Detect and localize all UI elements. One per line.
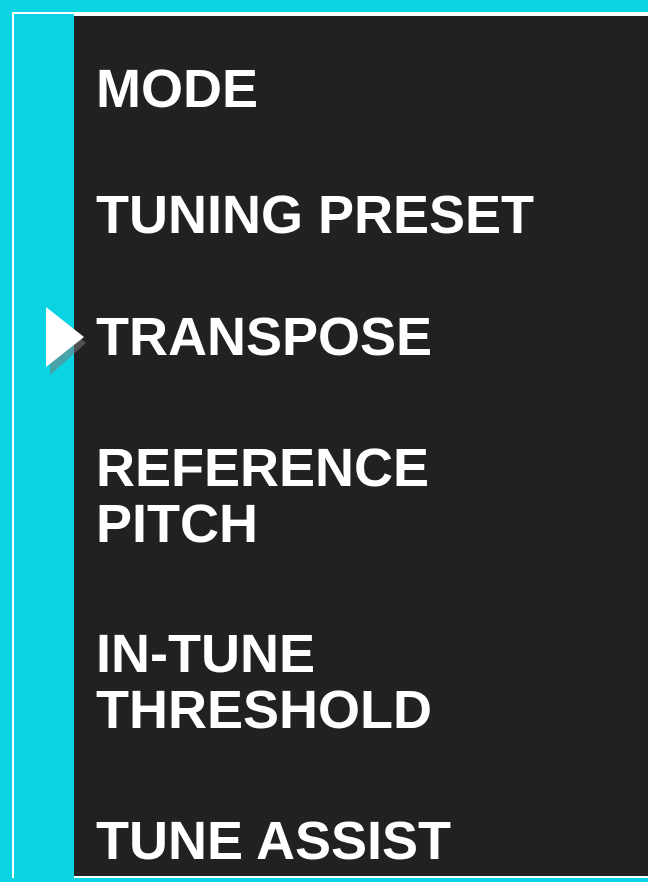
menu-item-transpose[interactable]: TRANSPOSE (96, 310, 432, 364)
menu-item-in-tune-threshold[interactable]: IN-TUNE THRESHOLD (96, 626, 432, 738)
menu-item-tune-assist[interactable]: TUNE ASSIST (96, 814, 451, 868)
menu-item-mode[interactable]: MODE (96, 62, 258, 116)
accent-strip (14, 14, 74, 878)
right-triangle-selector-icon (46, 307, 86, 375)
menu-item-reference-pitch[interactable]: REFERENCE PITCH (96, 440, 429, 552)
menu-item-tuning-preset[interactable]: TUNING PRESET (96, 188, 534, 242)
